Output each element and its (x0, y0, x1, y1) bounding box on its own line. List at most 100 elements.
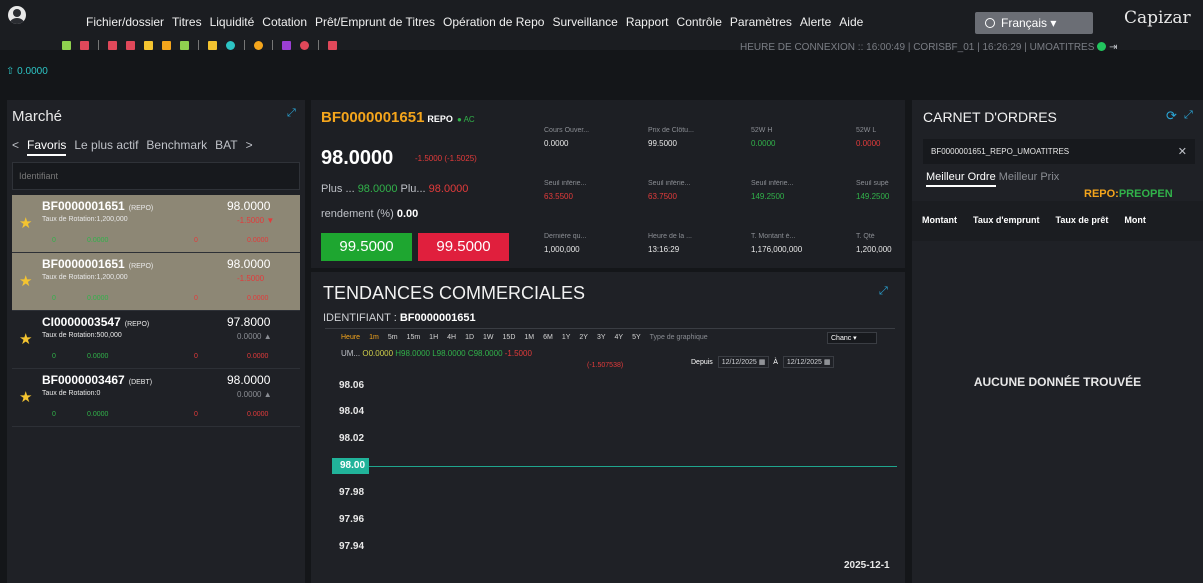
tab-bat[interactable]: BAT (215, 138, 237, 156)
period-4h[interactable]: 4H (447, 334, 456, 341)
market-row[interactable]: ★ BF0000003467 (DEBT) 98.0000 Taux de Rot… (12, 369, 300, 427)
row-change-text: -1.5000 (237, 216, 265, 225)
row-bid-count: 0 (52, 353, 56, 360)
close-icon[interactable]: ✕ (1178, 145, 1187, 158)
buy-button[interactable]: 99.5000 (321, 233, 412, 261)
expand-icon[interactable]: ⤢ (879, 286, 890, 297)
menu-item-repo[interactable]: Opération de Repo (443, 15, 544, 29)
market-row[interactable]: ★ BF0000001651 (REPO) 98.0000 Taux de Rot… (12, 253, 300, 311)
star-icon[interactable]: ★ (19, 388, 32, 406)
identifier-input[interactable]: Identifiant (12, 162, 300, 190)
send-icon[interactable] (62, 40, 71, 50)
language-label: Français (1001, 16, 1048, 30)
chart-type-select[interactable]: Chanc ▾ (827, 332, 877, 344)
star-icon[interactable]: ★ (19, 214, 32, 232)
menu-item-fichier[interactable]: Fichier/dossier (86, 15, 164, 29)
period-1d[interactable]: 1D (465, 334, 474, 341)
period-heure[interactable]: Heure (341, 334, 360, 341)
y-tick: 97.94 (339, 541, 365, 552)
menu-item-controle[interactable]: Contrôle (677, 15, 722, 29)
menu-item-pret-emprunt[interactable]: Prêt/Emprunt de Titres (315, 15, 435, 29)
stat-value: 149.2500 (751, 192, 785, 201)
period-5y[interactable]: 5Y (632, 334, 641, 341)
refresh-icon[interactable]: ⟳ (1166, 109, 1177, 122)
logout-icon[interactable]: ⇥ (1109, 42, 1117, 53)
menu-item-aide[interactable]: Aide (839, 15, 863, 29)
star-icon[interactable]: ★ (19, 272, 32, 290)
row-change-text: 0.0000 (237, 390, 262, 399)
menu-item-surveillance[interactable]: Surveillance (552, 15, 617, 29)
chat-icon[interactable] (226, 40, 235, 50)
columns-icon[interactable] (126, 40, 135, 50)
clock-icon[interactable] (254, 40, 263, 50)
tab-benchmark[interactable]: Benchmark (146, 138, 207, 156)
menu-item-alerte[interactable]: Alerte (800, 15, 831, 29)
document-icon[interactable] (180, 40, 189, 50)
sell-button[interactable]: 99.5000 (418, 233, 509, 261)
tabs-next-icon[interactable]: > (246, 138, 253, 156)
bank-icon[interactable] (108, 40, 117, 50)
identifier-value: BF0000001651 (399, 312, 476, 324)
tab-favoris[interactable]: Favoris (27, 138, 67, 156)
tab-meilleur-ordre[interactable]: Meilleur Ordre (926, 171, 996, 187)
period-2y[interactable]: 2Y (579, 334, 588, 341)
period-3y[interactable]: 3Y (597, 334, 606, 341)
expand-icon[interactable]: ⤢ (287, 108, 298, 119)
row-ask-count: 0 (194, 237, 198, 244)
divider (325, 328, 895, 329)
row-price: 97.8000 (227, 315, 271, 329)
menu-item-titres[interactable]: Titres (172, 15, 202, 29)
row-bid-value: 0.0000 (87, 353, 109, 360)
since-label: Depuis (691, 359, 713, 366)
y-tick: 98.06 (339, 380, 365, 391)
main-menu: Fichier/dossier Titres Liquidité Cotatio… (86, 15, 863, 29)
quick-toolbar (62, 40, 337, 50)
period-15m[interactable]: 15m (407, 334, 421, 341)
menu-item-cotation[interactable]: Cotation (262, 15, 307, 29)
row-price: 98.0000 (227, 257, 271, 271)
market-row[interactable]: ★ CI0000003547 (REPO) 97.8000 Taux de Rot… (12, 311, 300, 369)
col-taux-pret[interactable]: Taux de prêt (1055, 215, 1108, 241)
col-taux-emprunt[interactable]: Taux d'emprunt (973, 215, 1039, 241)
monitor-icon[interactable] (208, 40, 217, 50)
orderbook-search-input[interactable]: BF0000001651_REPO_UMOATITRES ✕ (923, 139, 1195, 164)
exchange-icon[interactable] (144, 40, 153, 50)
from-date-input[interactable]: 12/12/2025 ▦ (717, 356, 770, 368)
period-1w[interactable]: 1W (483, 334, 494, 341)
tabs-prev-icon[interactable]: < (12, 138, 19, 156)
period-1mo[interactable]: 1M (524, 334, 534, 341)
stat-label: 52W H (751, 127, 773, 134)
search-user-icon[interactable] (282, 40, 291, 50)
cart-icon[interactable] (80, 40, 89, 50)
orderbook-header: Montant Taux d'emprunt Taux de prêt Mont (912, 201, 1203, 241)
security-delta: -1.5000 (-1.5025) (415, 154, 477, 163)
stat-value: 63.5500 (544, 192, 573, 201)
tab-le-plus-actif[interactable]: Le plus actif (74, 138, 138, 156)
stat-value: 1,200,000 (856, 245, 892, 254)
expand-icon[interactable]: ⤢ (1184, 110, 1195, 121)
period-4y[interactable]: 4Y (615, 334, 624, 341)
settings-icon[interactable] (300, 40, 309, 50)
col-montant[interactable]: Montant (922, 215, 957, 241)
menu-item-rapport[interactable]: Rapport (626, 15, 669, 29)
language-select[interactable]: Français ▾ (975, 12, 1093, 34)
toolbar-divider (98, 40, 99, 50)
folder-icon[interactable] (162, 40, 171, 50)
user-avatar[interactable] (8, 6, 26, 24)
zoom-icon[interactable] (328, 40, 337, 50)
period-1h[interactable]: 1H (429, 334, 438, 341)
star-icon[interactable]: ★ (19, 330, 32, 348)
market-row[interactable]: ★ BF0000001651 (REPO) 98.0000 Taux de Rot… (12, 195, 300, 253)
menu-item-parametres[interactable]: Paramètres (730, 15, 792, 29)
period-6m[interactable]: 6M (543, 334, 553, 341)
period-1m[interactable]: 1m (369, 334, 379, 341)
to-date-input[interactable]: 12/12/2025 ▦ (782, 356, 835, 368)
security-code: BF0000001651 REPO ● AC (321, 109, 475, 126)
period-1y[interactable]: 1Y (562, 334, 571, 341)
period-5m[interactable]: 5m (388, 334, 398, 341)
period-15d[interactable]: 15D (503, 334, 516, 341)
col-montant-2[interactable]: Mont (1124, 215, 1146, 241)
menu-item-liquidite[interactable]: Liquidité (210, 15, 255, 29)
tab-meilleur-prix[interactable]: Meilleur Prix (999, 171, 1060, 183)
row-change: 0.0000 ▲ (237, 332, 272, 341)
